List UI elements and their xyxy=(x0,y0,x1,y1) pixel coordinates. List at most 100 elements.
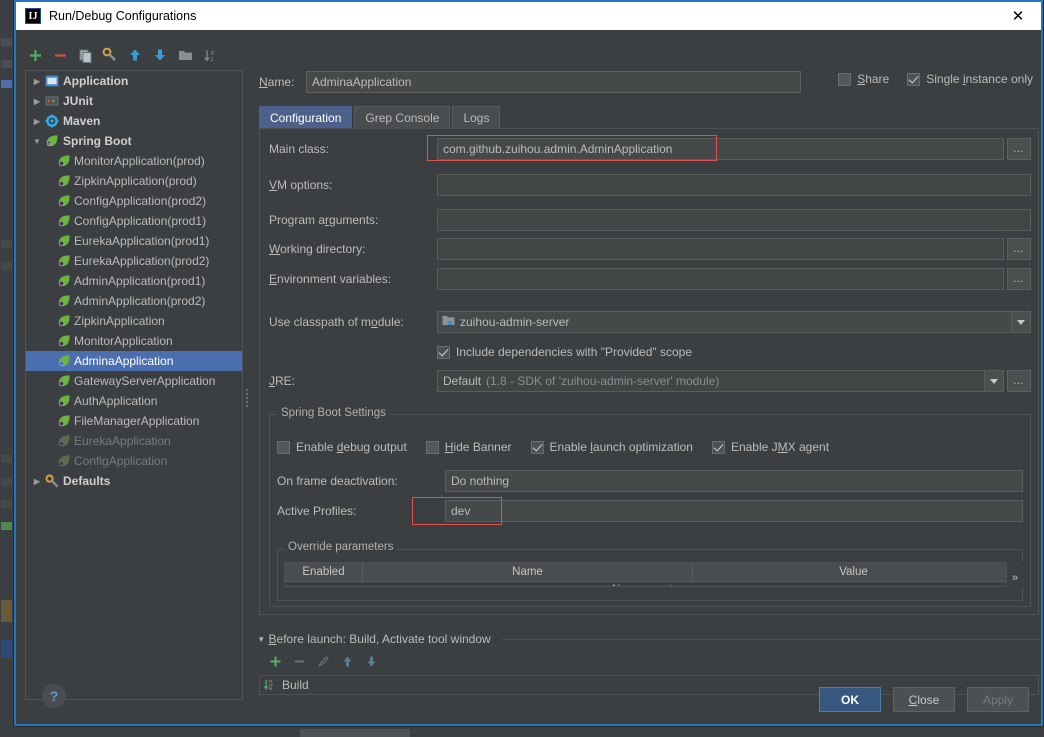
edit-templates-wrench-icon[interactable] xyxy=(99,44,121,66)
chevron-down-icon[interactable] xyxy=(984,371,1004,391)
enable-debug-output-checkbox[interactable]: Enable debug output xyxy=(277,440,407,454)
tree-node-application[interactable]: ▶ Application xyxy=(26,71,242,91)
on-frame-deactivation-select[interactable]: Do nothing xyxy=(445,470,1023,492)
tree-node-config[interactable]: MonitorApplication xyxy=(26,331,242,351)
working-directory-input[interactable] xyxy=(437,238,1005,260)
tree-node-maven[interactable]: ▶ Maven xyxy=(26,111,242,131)
checkbox-box[interactable] xyxy=(907,72,921,86)
tree-node-config[interactable]: AdminApplication(prod1) xyxy=(26,271,242,291)
column-header-value[interactable]: Value xyxy=(693,563,1015,581)
tree-node-adminaapplication-selected[interactable]: AdminaApplication xyxy=(26,351,242,371)
tree-node-config[interactable]: EurekaApplication(prod2) xyxy=(26,251,242,271)
remove-configuration-button[interactable] xyxy=(49,44,71,66)
tab-configuration[interactable]: Configuration xyxy=(259,106,353,128)
override-parameters-expand-button[interactable]: » xyxy=(1006,562,1023,587)
main-class-label: Main class: xyxy=(269,142,330,156)
tree-node-config[interactable]: ConfigApplication(prod2) xyxy=(26,191,242,211)
classpath-module-select[interactable]: zuihou-admin-server xyxy=(437,311,1031,333)
enable-debug-output-label: Enable debug output xyxy=(296,440,407,454)
sort-az-icon[interactable]: a z xyxy=(199,44,221,66)
tree-node-config[interactable]: AdminApplication(prod2) xyxy=(26,291,242,311)
on-frame-deactivation-label: On frame deactivation: xyxy=(277,474,398,488)
environment-variables-label: Environment variables: xyxy=(269,272,392,286)
enable-jmx-agent-checkbox[interactable]: Enable JMX agent xyxy=(711,440,829,454)
chevron-down-icon[interactable]: ▾ xyxy=(259,634,264,645)
ok-button[interactable]: OK xyxy=(819,687,881,712)
chevron-right-icon[interactable]: ▶ xyxy=(30,77,44,86)
checkbox-box[interactable] xyxy=(437,345,450,359)
include-provided-scope-checkbox[interactable]: Include dependencies with "Provided" sco… xyxy=(437,345,692,359)
environment-variables-input[interactable] xyxy=(437,268,1005,290)
column-header-name[interactable]: Name xyxy=(363,563,693,581)
vm-options-input[interactable] xyxy=(437,174,1031,196)
tab-grep-console[interactable]: Grep Console xyxy=(354,106,451,128)
jre-select[interactable]: Default (1.8 - SDK of 'zuihou-admin-serv… xyxy=(437,370,1005,392)
spring-boot-icon xyxy=(56,273,72,289)
tree-node-label: MonitorApplication(prod) xyxy=(74,154,205,168)
apply-button[interactable]: Apply xyxy=(967,687,1029,712)
tree-node-config[interactable]: ZipkinApplication(prod) xyxy=(26,171,242,191)
close-icon[interactable]: ✕ xyxy=(995,2,1041,30)
column-header-enabled[interactable]: Enabled xyxy=(285,563,363,581)
move-down-button[interactable] xyxy=(149,44,171,66)
override-parameters-table[interactable]: Enabled Name Value No parameters xyxy=(284,562,1016,587)
copy-configuration-button[interactable] xyxy=(74,44,96,66)
tree-node-config[interactable]: AuthApplication xyxy=(26,391,242,411)
add-task-button[interactable] xyxy=(265,651,285,671)
tree-node-config[interactable]: ConfigApplication(prod1) xyxy=(26,211,242,231)
tree-node-spring-boot[interactable]: ▼ @ Spring Boot xyxy=(26,131,242,151)
move-task-down-button[interactable] xyxy=(361,651,381,671)
tree-node-label: Spring Boot xyxy=(63,134,132,148)
tree-node-config[interactable]: FileManagerApplication xyxy=(26,411,242,431)
panel-splitter-handle[interactable] xyxy=(244,385,249,411)
jre-browse-button[interactable]: … xyxy=(1007,370,1031,392)
tree-node-config[interactable]: ZipkinApplication xyxy=(26,311,242,331)
chevron-right-icon[interactable]: ▶ xyxy=(30,477,44,486)
enable-launch-optimization-checkbox[interactable]: Enable launch optimization xyxy=(530,440,693,454)
single-instance-only-label: Single instance only xyxy=(926,72,1033,86)
program-arguments-input[interactable] xyxy=(437,209,1031,231)
name-input[interactable]: AdminaApplication xyxy=(306,71,801,93)
tree-node-config[interactable]: MonitorApplication(prod) xyxy=(26,151,242,171)
close-button[interactable]: Close xyxy=(893,687,955,712)
configurations-tree[interactable]: ▶ Application ▶ JUnit ▶ Maven ▼ @ Spring… xyxy=(25,70,243,700)
add-configuration-button[interactable] xyxy=(24,44,46,66)
chevron-down-icon[interactable]: ▼ xyxy=(30,137,44,146)
main-class-browse-button[interactable]: … xyxy=(1007,138,1031,160)
main-class-input[interactable]: com.github.zuihou.admin.AdminApplication xyxy=(437,138,1005,160)
before-launch-header[interactable]: ▾ Before launch: Build, Activate tool wi… xyxy=(259,632,1039,646)
checkbox-box[interactable] xyxy=(711,440,725,454)
tree-node-config[interactable]: GatewayServerApplication xyxy=(26,371,242,391)
share-checkbox[interactable]: Share xyxy=(838,72,889,86)
checkbox-box[interactable] xyxy=(425,440,439,454)
remove-task-button[interactable] xyxy=(289,651,309,671)
jre-row: JRE: Default (1.8 - SDK of 'zuihou-admin… xyxy=(269,370,1031,392)
tree-node-label: JUnit xyxy=(63,94,93,108)
move-into-folder-icon[interactable] xyxy=(174,44,196,66)
chevron-right-icon[interactable]: ▶ xyxy=(30,97,44,106)
tree-node-config[interactable]: EurekaApplication(prod1) xyxy=(26,231,242,251)
chevron-down-icon[interactable] xyxy=(1011,312,1030,332)
tree-node-config-disabled[interactable]: ConfigApplication xyxy=(26,451,242,471)
tree-node-label: Maven xyxy=(63,114,101,128)
tree-node-defaults[interactable]: ▶ Defaults xyxy=(26,471,242,491)
working-directory-browse-button[interactable]: … xyxy=(1007,238,1031,260)
move-task-up-button[interactable] xyxy=(337,651,357,671)
environment-variables-browse-button[interactable]: … xyxy=(1007,268,1031,290)
checkbox-box[interactable] xyxy=(530,440,544,454)
single-instance-only-checkbox[interactable]: Single instance only xyxy=(907,72,1033,86)
move-up-button[interactable] xyxy=(124,44,146,66)
active-profiles-input[interactable]: dev xyxy=(445,500,1023,522)
chevron-right-icon[interactable]: ▶ xyxy=(30,117,44,126)
hide-banner-checkbox[interactable]: Hide Banner xyxy=(425,440,512,454)
name-label: Name: xyxy=(259,75,295,89)
help-button[interactable]: ? xyxy=(42,684,66,708)
checkbox-box[interactable] xyxy=(838,72,852,86)
before-launch-task-label: Build xyxy=(282,678,309,692)
edit-task-button[interactable] xyxy=(313,651,333,671)
tab-logs[interactable]: Logs xyxy=(452,106,501,128)
tree-node-config-disabled[interactable]: EurekaApplication xyxy=(26,431,242,451)
tree-node-junit[interactable]: ▶ JUnit xyxy=(26,91,242,111)
checkbox-box[interactable] xyxy=(277,440,290,454)
include-provided-checkbox-row: Include dependencies with "Provided" sco… xyxy=(437,341,692,363)
